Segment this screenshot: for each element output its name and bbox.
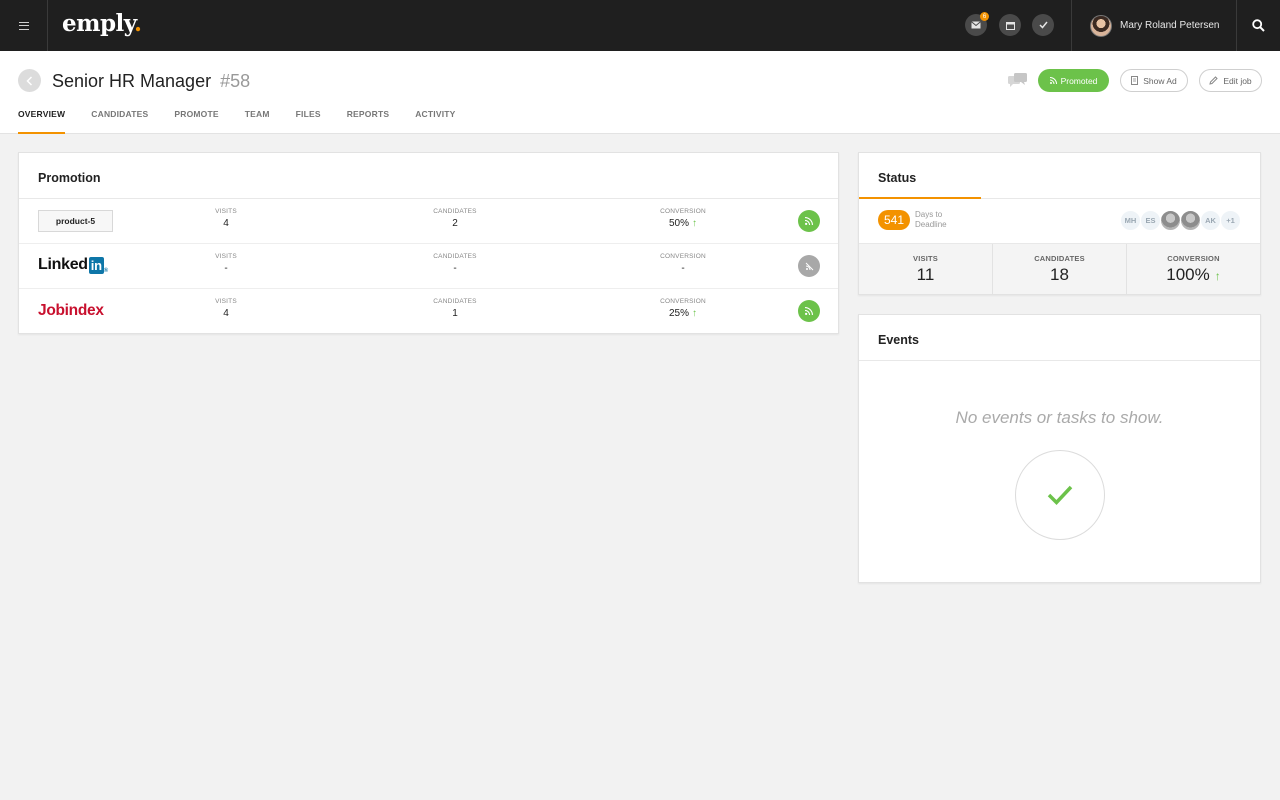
candidates-metric: CANDIDATES 2	[433, 208, 477, 229]
job-title: Senior HR Manager	[52, 71, 212, 91]
promotion-toggle-button[interactable]	[798, 300, 820, 322]
menu-button[interactable]	[0, 0, 48, 51]
search-icon	[1252, 19, 1265, 32]
avatar[interactable]	[1180, 210, 1201, 231]
arrow-up-icon: ↑	[692, 308, 697, 319]
events-title: Events	[878, 333, 919, 347]
avatar[interactable]: ES	[1140, 210, 1161, 231]
conversion-metric: CONVERSION -	[660, 253, 706, 274]
promoted-button[interactable]: Promoted	[1038, 69, 1109, 92]
rss-off-icon	[805, 262, 813, 270]
chevron-left-icon	[26, 75, 33, 86]
visits-metric: VISITS 4	[215, 298, 237, 319]
rss-icon	[1049, 77, 1057, 84]
channel-product-tag[interactable]: product-5	[38, 210, 113, 232]
visits-metric: VISITS -	[215, 253, 237, 274]
calendar-button[interactable]	[999, 14, 1021, 36]
table-row: product-5 VISITS 4 CANDIDATES 2 CONVERSI…	[19, 199, 838, 244]
arrow-up-icon: ↑	[692, 218, 697, 229]
promotion-card: Promotion product-5 VISITS 4 CANDIDATES …	[18, 152, 839, 334]
table-row: Linked in ® VISITS - CANDIDATES - CONVERSI…	[19, 244, 838, 289]
back-button[interactable]	[18, 69, 41, 92]
calendar-icon	[1005, 21, 1015, 30]
conversion-metric: CONVERSION 25% ↑	[660, 298, 706, 319]
candidates-metric: CANDIDATES 1	[433, 298, 477, 319]
more-members-button[interactable]: +1	[1220, 210, 1241, 231]
visits-stat: VISITS 11	[859, 244, 993, 294]
tab-candidates[interactable]: CANDIDATES	[91, 109, 148, 134]
mail-button[interactable]: 6	[965, 12, 989, 36]
show-ad-label: Show Ad	[1143, 75, 1177, 86]
table-row: Jobindex VISITS 4 CANDIDATES 1 CONVERSIO…	[19, 289, 838, 334]
mail-icon	[971, 21, 981, 29]
avatar	[1090, 14, 1112, 37]
visits-metric: VISITS 4	[215, 208, 237, 229]
promoted-label: Promoted	[1060, 75, 1098, 86]
candidates-stat: CANDIDATES 18	[993, 244, 1127, 294]
promotion-header: Promotion	[19, 153, 838, 199]
job-tabs: OVERVIEW CANDIDATES PROMOTE TEAM FILES R…	[18, 109, 482, 134]
tab-activity[interactable]: ACTIVITY	[415, 109, 455, 134]
check-icon	[1038, 21, 1048, 29]
status-title: Status	[878, 171, 917, 185]
tab-team[interactable]: TEAM	[245, 109, 270, 134]
edit-job-label: Edit job	[1223, 75, 1252, 86]
events-card: Events No events or tasks to show.	[858, 314, 1261, 583]
tab-overview[interactable]: OVERVIEW	[18, 109, 66, 134]
status-header: Status	[859, 153, 1260, 199]
tab-promote[interactable]: PROMOTE	[174, 109, 218, 134]
check-icon	[1047, 485, 1073, 506]
candidates-metric: CANDIDATES -	[433, 253, 477, 274]
rss-icon	[805, 307, 813, 315]
rss-icon	[805, 217, 813, 225]
notification-badge: 6	[980, 12, 989, 21]
team-avatars: MH ES AK +1	[1120, 210, 1241, 231]
user-menu[interactable]: Mary Roland Petersen	[1071, 0, 1236, 51]
days-count: 541	[878, 210, 911, 230]
jobindex-logo: Jobindex	[38, 302, 104, 319]
edit-job-button[interactable]: Edit job	[1199, 69, 1262, 92]
document-icon	[1131, 76, 1139, 85]
promotion-title: Promotion	[38, 171, 101, 185]
hamburger-icon	[18, 21, 29, 30]
linkedin-logo: Linked in ®	[38, 256, 108, 274]
deadline-indicator: 541 Days to Deadline	[878, 210, 947, 230]
status-stats: VISITS 11 CANDIDATES 18 CONVERSION 100% ↑	[859, 243, 1260, 294]
user-name: Mary Roland Petersen	[1120, 20, 1220, 31]
job-id: #58	[220, 71, 251, 91]
pencil-icon	[1209, 76, 1219, 85]
avatar[interactable]	[1160, 210, 1181, 231]
arrow-up-icon: ↑	[1214, 269, 1221, 283]
avatar[interactable]: AK	[1200, 210, 1221, 231]
logo[interactable]: emply.	[62, 10, 142, 37]
days-label: Days to Deadline	[915, 210, 947, 229]
tab-reports[interactable]: REPORTS	[347, 109, 390, 134]
empty-state-message: No events or tasks to show.	[955, 408, 1164, 427]
search-button[interactable]	[1236, 0, 1280, 51]
show-ad-button[interactable]: Show Ad	[1120, 69, 1188, 92]
chat-icon[interactable]	[1008, 73, 1028, 89]
conversion-stat: CONVERSION 100% ↑	[1166, 254, 1221, 284]
avatar[interactable]: MH	[1120, 210, 1141, 231]
top-bar: emply. 6 Mary Roland Petersen	[0, 0, 1280, 51]
page-title: Senior HR Manager #58	[52, 71, 250, 92]
promotion-toggle-button[interactable]	[798, 210, 820, 232]
status-card: Status 541 Days to Deadline MH ES AK +1 …	[858, 152, 1261, 295]
promotion-toggle-button[interactable]	[798, 255, 820, 277]
empty-state-badge	[1015, 450, 1105, 540]
tab-files[interactable]: FILES	[296, 109, 321, 134]
tasks-button[interactable]	[1032, 14, 1054, 36]
conversion-metric: CONVERSION 50% ↑	[660, 208, 706, 229]
job-header: Senior HR Manager #58 Promoted Show Ad E…	[0, 51, 1280, 134]
events-header: Events	[859, 315, 1260, 361]
status-tab-indicator	[859, 197, 981, 199]
